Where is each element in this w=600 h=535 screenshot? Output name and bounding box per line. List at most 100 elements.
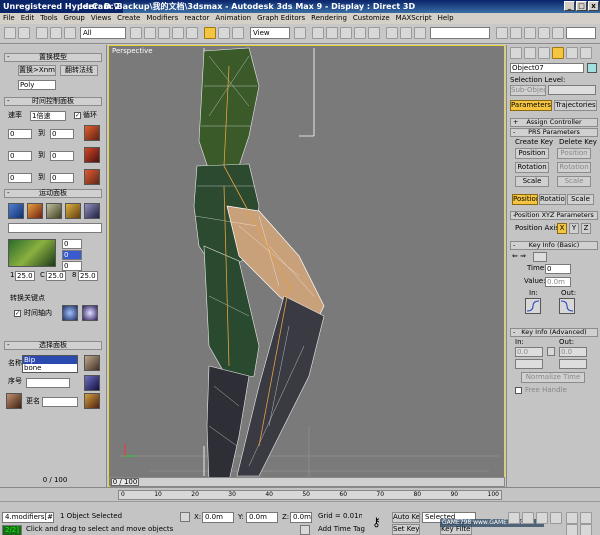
range-start-field-1[interactable]: 0	[8, 129, 32, 139]
curve-editor-icon[interactable]	[496, 27, 508, 39]
rollout-time[interactable]: - 时间控制面板	[4, 97, 102, 106]
rollout-key-info-basic[interactable]: - Key Info (Basic)	[510, 241, 598, 250]
hierarchy-tab-icon[interactable]	[538, 47, 550, 59]
material-editor-icon[interactable]	[524, 27, 536, 39]
sequence-field[interactable]	[26, 378, 70, 388]
pan-icon[interactable]	[566, 512, 578, 524]
spinner-mid[interactable]: 0	[62, 250, 82, 260]
menu-modifiers[interactable]: Modifiers	[146, 13, 178, 24]
named-selection-set-dropdown[interactable]	[430, 27, 490, 39]
axis-x-button[interactable]: X	[557, 223, 567, 234]
create-position-key-button[interactable]: Position	[515, 148, 549, 159]
position-mode-button[interactable]: Position	[512, 194, 538, 205]
select-action-icon-1[interactable]	[84, 355, 100, 371]
perspective-viewport[interactable]: Perspective	[108, 45, 505, 487]
select-action-icon-3[interactable]	[84, 393, 100, 409]
quick-render-icon[interactable]	[552, 27, 564, 39]
tab-parameters[interactable]: Parameters	[510, 100, 552, 111]
speed-dropdown[interactable]: 1倍速	[30, 111, 66, 121]
menu-animation[interactable]: Animation	[215, 13, 251, 24]
render-scene-icon[interactable]	[538, 27, 550, 39]
rollout-select[interactable]: - 选择面板	[4, 341, 102, 350]
reset-anim-button[interactable]: 置换>Xnm	[18, 65, 56, 76]
menu-graph-editors[interactable]: Graph Editors	[257, 13, 305, 24]
select-by-name-icon[interactable]	[144, 27, 156, 39]
track-bar[interactable]: 0 10 20 30 40 50 60 70 80 90 100	[118, 490, 502, 500]
menu-group[interactable]: Group	[64, 13, 85, 24]
create-rotation-key-button[interactable]: Rotation	[515, 162, 549, 173]
loop-checkbox[interactable]: ✓	[74, 112, 81, 119]
normalize-time-button[interactable]: Normalize Time	[521, 372, 585, 383]
menu-maxscript[interactable]: MAXScript	[396, 13, 432, 24]
out-tangent-curve-icon[interactable]	[559, 298, 575, 314]
utilities-tab-icon[interactable]	[580, 47, 592, 59]
angle-snap-icon[interactable]	[340, 27, 352, 39]
flip-normals-button[interactable]: 翻转法线	[60, 65, 98, 76]
zoom-extents-icon[interactable]	[536, 512, 548, 524]
scale-mode-button[interactable]: Scale	[567, 194, 594, 205]
skill-icon-1[interactable]	[8, 203, 24, 219]
spinner-bot[interactable]: 0	[62, 261, 82, 271]
close-button[interactable]: x	[588, 1, 599, 11]
maximize-button[interactable]: □	[576, 1, 587, 11]
list-item[interactable]: Bip	[23, 356, 77, 364]
menu-reactor[interactable]: reactor	[184, 13, 209, 24]
convert-key-icon-2[interactable]	[82, 305, 98, 321]
auto-key-button[interactable]: Auto Key	[392, 512, 420, 523]
menu-tools[interactable]: Tools	[40, 13, 57, 24]
skill-icon-2[interactable]	[27, 203, 43, 219]
range-start-field-2[interactable]: 0	[8, 151, 32, 161]
select-action-icon-2[interactable]	[84, 375, 100, 391]
x-coordinate-field[interactable]: 0.0m	[202, 512, 234, 523]
menu-rendering[interactable]: Rendering	[311, 13, 347, 24]
rollout-assign-controller[interactable]: + Assign Controller	[510, 118, 598, 127]
field-of-view-icon[interactable]	[566, 524, 578, 535]
pivot-center-icon[interactable]	[294, 27, 306, 39]
select-link-icon[interactable]	[36, 27, 48, 39]
lock-icon[interactable]	[547, 347, 555, 356]
zoom-extents-all-icon[interactable]	[550, 512, 562, 524]
value1-field[interactable]: 25.0	[15, 271, 35, 281]
maxscript-listener[interactable]: 4.modifiers[#	[2, 512, 54, 523]
range-end-field-3[interactable]: 0	[50, 173, 74, 183]
window-crossing-icon[interactable]	[172, 27, 184, 39]
rollout-motion[interactable]: - 运动面板	[4, 189, 102, 198]
play-action-icon-2[interactable]	[84, 147, 100, 163]
menu-file[interactable]: File	[3, 13, 15, 24]
arc-rotate-icon[interactable]	[580, 512, 592, 524]
zoom-all-icon[interactable]	[522, 512, 534, 524]
select-rotate-icon[interactable]	[218, 27, 230, 39]
time-tag-icon[interactable]	[300, 525, 310, 535]
delete-position-key-button[interactable]: Position	[557, 148, 591, 159]
adv-in-field-2[interactable]	[515, 359, 543, 369]
convert-key-icon-1[interactable]	[62, 305, 78, 321]
mode-dropdown[interactable]: Poly	[18, 80, 56, 90]
key-icon[interactable]: ⚷	[372, 514, 388, 530]
motion-tab-icon[interactable]	[552, 47, 564, 59]
selection-lock-icon[interactable]	[180, 512, 190, 522]
prev-next-key-icon[interactable]: ⇐ ⇒	[512, 252, 526, 261]
value2-field[interactable]: 25.0	[46, 271, 66, 281]
zoom-icon[interactable]	[508, 512, 520, 524]
play-action-icon-1[interactable]	[84, 125, 100, 141]
menu-help[interactable]: Help	[438, 13, 454, 24]
modify-tab-icon[interactable]	[524, 47, 536, 59]
motion-name-field[interactable]	[8, 223, 102, 233]
rotation-mode-button[interactable]: Rotation	[539, 194, 566, 205]
spinner-snap-icon[interactable]	[368, 27, 380, 39]
schematic-view-icon[interactable]	[510, 27, 522, 39]
manipulate-icon[interactable]	[312, 27, 324, 39]
adv-in-field[interactable]: 0.0	[515, 347, 543, 357]
object-name-field[interactable]: Object07	[510, 63, 584, 73]
z-coordinate-field[interactable]: 0.0m	[290, 512, 312, 523]
rollout-key-info-advanced[interactable]: - Key Info (Advanced)	[510, 328, 598, 337]
spinner-top[interactable]: 0	[62, 239, 82, 249]
undo-icon[interactable]	[4, 27, 16, 39]
delete-scale-key-button[interactable]: Scale	[557, 176, 591, 187]
in-tangent-curve-icon[interactable]	[525, 298, 541, 314]
rename-icon[interactable]	[6, 393, 22, 409]
range-start-field-3[interactable]: 0	[8, 173, 32, 183]
axis-z-button[interactable]: Z	[581, 223, 591, 234]
create-scale-key-button[interactable]: Scale	[515, 176, 549, 187]
named-selection-icon[interactable]	[386, 27, 398, 39]
